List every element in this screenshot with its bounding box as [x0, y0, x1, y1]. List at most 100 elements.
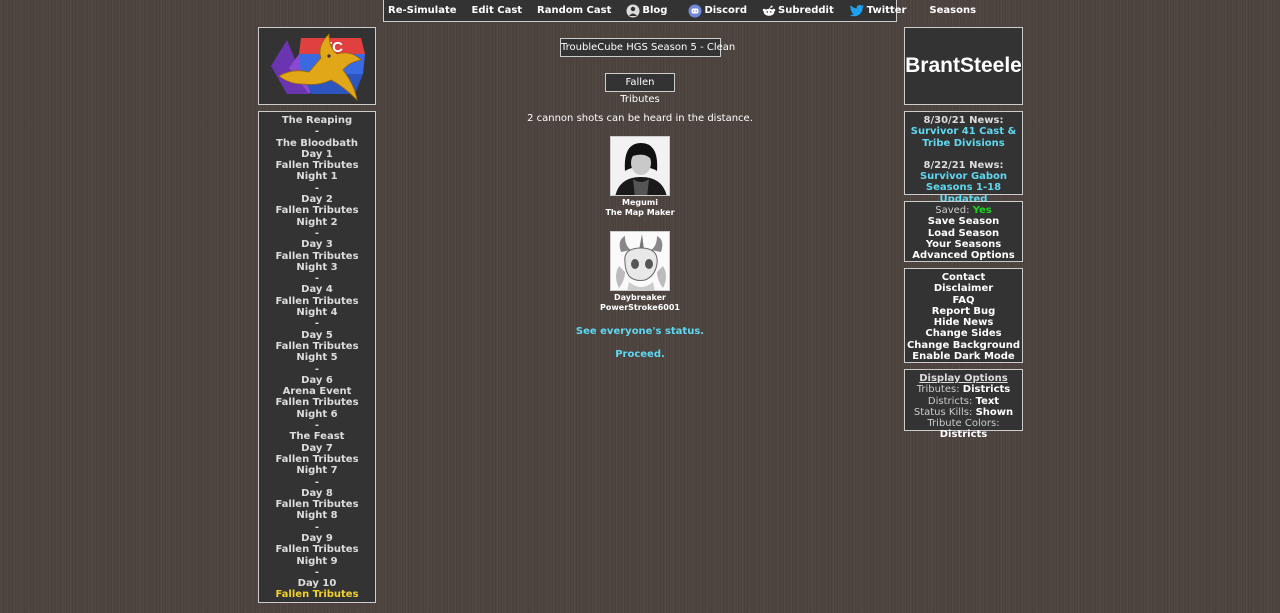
option-value[interactable]: Districts: [940, 429, 987, 440]
advanced-options-link[interactable]: Advanced Options: [905, 250, 1022, 261]
option-tributes: Tributes: Districts: [905, 384, 1022, 395]
nav-item[interactable]: Fallen Tributes: [259, 397, 375, 408]
option-value[interactable]: Text: [976, 396, 1000, 407]
nav-item[interactable]: Day 1: [259, 149, 375, 160]
subreddit-link[interactable]: Subreddit: [762, 4, 834, 18]
seasons-link[interactable]: Seasons: [929, 5, 976, 16]
discord-label: Discord: [704, 5, 748, 16]
nav-item[interactable]: Day 3: [259, 239, 375, 250]
nav-item[interactable]: Night 8: [259, 510, 375, 521]
option-label: Tribute Colors:: [927, 418, 1000, 430]
load-season-link[interactable]: Load Season: [905, 228, 1022, 239]
discord-icon: [688, 4, 702, 18]
news-link-line: Survivor Gabon: [919, 171, 1008, 183]
nav-item[interactable]: Night 1: [259, 171, 375, 182]
disclaimer-link[interactable]: Disclaimer: [905, 283, 1022, 294]
option-value[interactable]: Shown: [976, 407, 1014, 418]
news-panel: 8/30/21 News: Survivor 41 Cast & Tribe D…: [904, 111, 1023, 205]
option-label: Districts:: [927, 395, 973, 407]
news-link-line: Survivor 41 Cast &: [910, 126, 1017, 138]
save-season-link[interactable]: Save Season: [905, 216, 1022, 227]
edit-cast-link[interactable]: Edit Cast: [472, 5, 523, 16]
nav-item[interactable]: The Feast: [259, 431, 375, 442]
nav-item[interactable]: The Reaping: [259, 115, 375, 126]
twitter-icon: [849, 4, 865, 18]
tribute-portrait: [610, 231, 670, 291]
nav-item[interactable]: Fallen Tributes: [259, 454, 375, 465]
links-panel: Contact Disclaimer FAQ Report Bug Hide N…: [904, 268, 1023, 363]
nav-item[interactable]: Fallen Tributes: [259, 341, 375, 352]
resimulate-link[interactable]: Re-Simulate: [388, 5, 457, 16]
option-value[interactable]: Districts: [963, 384, 1010, 395]
nav-item[interactable]: The Bloodbath: [259, 138, 375, 149]
nav-item[interactable]: Fallen Tributes: [259, 544, 375, 555]
nav-item[interactable]: Day 7: [259, 443, 375, 454]
subreddit-label: Subreddit: [778, 5, 834, 16]
nav-item[interactable]: Fallen Tributes: [259, 589, 375, 600]
tribute-subtitle: The Map Maker: [605, 208, 675, 217]
phase-title: Fallen Tributes: [605, 73, 675, 105]
site-logo[interactable]: TC: [258, 27, 376, 105]
proceed-link[interactable]: Proceed.: [480, 349, 800, 360]
nav-item[interactable]: Fallen Tributes: [259, 205, 375, 216]
fallen-tribute: Megumi The Map Maker: [560, 136, 720, 218]
nav-item[interactable]: Night 5: [259, 352, 375, 363]
discord-link[interactable]: Discord: [688, 4, 747, 18]
nav-separator: -: [314, 126, 320, 138]
nav-separator: -: [314, 273, 320, 285]
blog-icon: [626, 4, 640, 18]
contact-link[interactable]: Contact: [905, 272, 1022, 283]
change-sides-link[interactable]: Change Sides: [905, 328, 1022, 339]
your-seasons-link[interactable]: Your Seasons: [905, 239, 1022, 250]
nav-item[interactable]: Arena Event: [259, 386, 375, 397]
nav-item[interactable]: Fallen Tributes: [259, 160, 375, 171]
nav-item[interactable]: Fallen Tributes: [259, 251, 375, 262]
tribute-name: Daybreaker: [614, 293, 666, 302]
nav-separator: -: [314, 420, 320, 432]
news-link[interactable]: Survivor 41 Cast & Tribe Divisions: [905, 126, 1022, 149]
tribute-portrait: [610, 136, 670, 196]
news-date: 8/30/21 News:: [923, 115, 1004, 126]
nav-item[interactable]: Night 3: [259, 262, 375, 273]
news-link-line: Tribe Divisions: [922, 137, 1005, 149]
random-cast-link[interactable]: Random Cast: [537, 5, 611, 16]
nav-item[interactable]: Night 9: [259, 556, 375, 567]
nav-separator: -: [314, 521, 320, 533]
nav-item[interactable]: Night 6: [259, 409, 375, 420]
nav-separator: -: [314, 363, 320, 375]
nav-item[interactable]: Night 2: [259, 217, 375, 228]
nav-item[interactable]: Night 4: [259, 307, 375, 318]
reddit-icon: [762, 4, 776, 18]
nav-separator: -: [314, 227, 320, 239]
nav-item[interactable]: Day 4: [259, 284, 375, 295]
nav-item[interactable]: Day 5: [259, 330, 375, 341]
cannon-text: 2 cannon shots can be heard in the dista…: [527, 113, 753, 124]
see-status-link[interactable]: See everyone's status.: [480, 326, 800, 337]
twitter-link[interactable]: Twitter: [849, 4, 906, 18]
saved-status: Saved: Yes: [905, 205, 1022, 216]
top-navigation: Re-Simulate Edit Cast Random Cast Blog D…: [383, 0, 976, 22]
nav-item[interactable]: Day 2: [259, 194, 375, 205]
nav-item[interactable]: Day 8: [259, 488, 375, 499]
blog-link[interactable]: Blog: [626, 4, 667, 18]
news-date: 8/22/21 News:: [923, 159, 1004, 171]
option-label: Tributes:: [916, 384, 960, 396]
hide-news-link[interactable]: Hide News: [905, 317, 1022, 328]
dark-mode-link[interactable]: Enable Dark Mode: [905, 351, 1022, 362]
season-title: TroubleCube HGS Season 5 - Clean: [560, 38, 735, 57]
nav-item[interactable]: Day 9: [259, 533, 375, 544]
nav-item[interactable]: Fallen Tributes: [259, 499, 375, 510]
tribute-name: Megumi: [622, 198, 658, 207]
nav-item[interactable]: Night 7: [259, 465, 375, 476]
report-bug-link[interactable]: Report Bug: [905, 306, 1022, 317]
faq-link[interactable]: FAQ: [905, 295, 1022, 306]
nav-item[interactable]: Day 10: [259, 578, 375, 589]
nav-item[interactable]: Day 6: [259, 375, 375, 386]
display-options-heading[interactable]: Display Options: [905, 373, 1022, 384]
option-status-kills: Status Kills: Shown: [905, 407, 1022, 418]
change-background-link[interactable]: Change Background: [905, 340, 1022, 351]
nav-item[interactable]: Fallen Tributes: [259, 296, 375, 307]
brand-title[interactable]: BrantSteele: [904, 27, 1023, 105]
news-link[interactable]: Survivor Gabon Seasons 1-18 Updated: [905, 171, 1022, 205]
event-navigation: The Reaping - The Bloodbath Day 1 Fallen Tri…: [258, 111, 376, 603]
